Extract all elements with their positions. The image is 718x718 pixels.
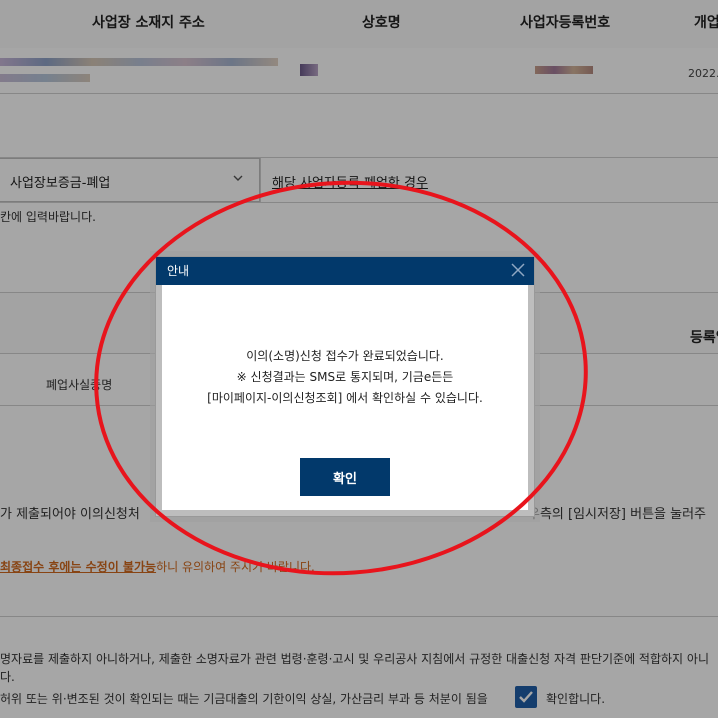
modal-message-line1: 이의(소명)신청 접수가 완료되었습니다. xyxy=(246,349,444,363)
modal-header: 안내 xyxy=(156,257,534,285)
modal-title: 안내 xyxy=(167,264,190,278)
modal-body: 이의(소명)신청 접수가 완료되었습니다. ※ 신청결과는 SMS로 통지되며,… xyxy=(156,285,534,516)
close-icon[interactable] xyxy=(508,260,528,280)
confirm-button[interactable]: 확인 xyxy=(300,458,390,496)
page: 사업장 소재지 주소 상호명 사업자등록번호 개업 2022.0 사업장보증금-… xyxy=(0,0,718,718)
modal-message-line2: ※ 신청결과는 SMS로 통지되며, 기금e든든 xyxy=(236,370,454,384)
notice-modal: 안내 이의(소명)신청 접수가 완료되었습니다. ※ 신청결과는 SMS로 통지… xyxy=(155,256,535,517)
modal-message-line3: [마이페이지-이의신청조회] 에서 확인하실 수 있습니다. xyxy=(207,391,483,405)
